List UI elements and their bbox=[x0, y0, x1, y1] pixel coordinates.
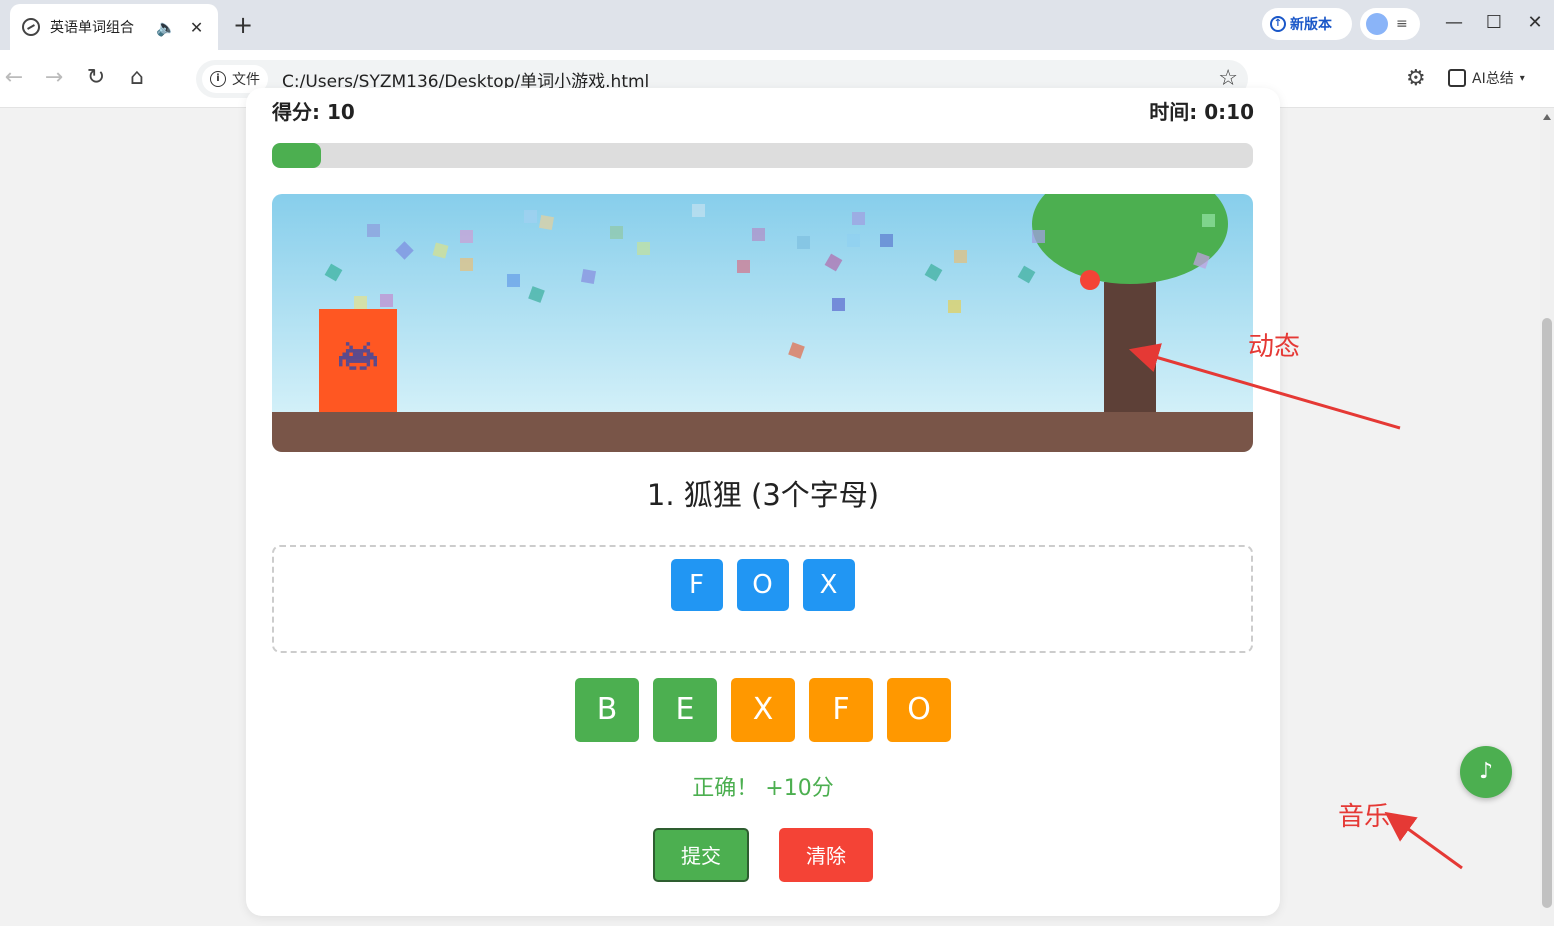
speaker-icon[interactable]: 🔈 bbox=[156, 18, 176, 37]
confetti-particle bbox=[788, 342, 805, 359]
answer-tile[interactable]: F bbox=[670, 559, 723, 611]
extensions-icon[interactable]: ⚙ bbox=[1406, 66, 1426, 91]
alien-icon bbox=[339, 342, 377, 370]
confetti-particle bbox=[832, 298, 845, 311]
action-buttons: 提交 清除 bbox=[246, 828, 1280, 882]
game-scene bbox=[272, 194, 1253, 452]
annotation-dynamic: 动态 bbox=[1248, 332, 1301, 362]
confetti-particle bbox=[852, 212, 865, 225]
ai-summary-button[interactable]: AI总结 ▾ bbox=[1448, 68, 1525, 88]
answer-area[interactable]: FOX bbox=[272, 545, 1253, 653]
ground bbox=[272, 412, 1253, 452]
feedback-message: 正确！ +10分 bbox=[692, 776, 834, 801]
confetti-particle bbox=[538, 214, 555, 231]
confetti-particle bbox=[524, 210, 537, 223]
confetti-particle bbox=[1202, 214, 1215, 227]
confetti-particle bbox=[528, 286, 545, 303]
window-close-icon[interactable]: ✕ bbox=[1523, 12, 1547, 33]
confetti-particle bbox=[610, 226, 623, 239]
clear-button[interactable]: 清除 bbox=[779, 828, 873, 882]
confetti-particle bbox=[797, 236, 810, 249]
scroll-up-icon[interactable] bbox=[1543, 114, 1551, 120]
confetti-particle bbox=[847, 234, 860, 247]
minimize-icon[interactable]: — bbox=[1442, 12, 1466, 33]
confetti-particle bbox=[354, 296, 367, 309]
menu-icon: ≡ bbox=[1396, 16, 1408, 32]
upgrade-icon: ↑ bbox=[1270, 16, 1286, 32]
confetti-particle bbox=[637, 242, 650, 255]
new-version-label: 新版本 bbox=[1290, 17, 1332, 33]
letter-pool: BEXFO bbox=[246, 678, 1280, 742]
forward-icon[interactable]: → bbox=[40, 64, 68, 92]
confetti-particle bbox=[824, 253, 843, 272]
chevron-down-icon: ▾ bbox=[1519, 72, 1525, 84]
confetti-particle bbox=[395, 241, 414, 260]
avatar-icon bbox=[1366, 13, 1388, 35]
player-box bbox=[319, 309, 397, 412]
page-scrollbar[interactable] bbox=[1540, 108, 1554, 926]
maximize-icon[interactable]: ☐ bbox=[1482, 12, 1506, 33]
file-chip-label: 文件 bbox=[232, 72, 260, 88]
back-icon[interactable]: ← bbox=[0, 64, 28, 92]
game-card: 得分: 10 时间: 0:10 1. 狐狸 (3个字母) F O X B E X… bbox=[246, 88, 1280, 916]
tree-crown bbox=[1032, 194, 1228, 284]
progress-fill bbox=[272, 143, 322, 168]
music-toggle-button[interactable]: ♪ bbox=[1460, 746, 1512, 798]
tree-trunk bbox=[1104, 282, 1156, 412]
letter-tile[interactable]: O bbox=[887, 678, 951, 742]
page-viewport: 得分: 10 时间: 0:10 1. 狐狸 (3个字母) F O X B E X… bbox=[0, 88, 1540, 926]
confetti-particle bbox=[737, 260, 750, 273]
annotation-music: 音乐 bbox=[1338, 802, 1391, 832]
score-label: 得分: 10 bbox=[272, 100, 355, 124]
confetti-particle bbox=[367, 224, 380, 237]
browser-tab[interactable]: 英语单词组合 🔈 ✕ bbox=[10, 4, 218, 50]
new-tab-button[interactable]: + bbox=[230, 10, 256, 40]
answer-tile[interactable]: X bbox=[802, 559, 855, 611]
answer-tile[interactable]: O bbox=[736, 559, 789, 611]
close-tab-icon[interactable]: ✕ bbox=[190, 18, 203, 37]
letter-tile[interactable]: E bbox=[653, 678, 717, 742]
progress-bar bbox=[272, 143, 1253, 168]
question-text: 1. 狐狸 (3个字母) bbox=[646, 478, 880, 512]
confetti-particle bbox=[1017, 265, 1036, 284]
confetti-particle bbox=[380, 294, 393, 307]
letter-tile[interactable]: F bbox=[809, 678, 873, 742]
new-version-button[interactable]: ↑ 新版本 bbox=[1262, 8, 1352, 40]
confetti-particle bbox=[924, 263, 943, 282]
apple bbox=[1080, 270, 1100, 290]
confetti-particle bbox=[880, 234, 893, 247]
tab-bar: 英语单词组合 🔈 ✕ + ↑ 新版本 ≡ — ☐ ✕ bbox=[0, 0, 1554, 50]
time-label: 时间: 0:10 bbox=[1149, 100, 1254, 124]
confetti-particle bbox=[752, 228, 765, 241]
confetti-particle bbox=[460, 258, 473, 271]
favicon-icon bbox=[22, 18, 40, 36]
letter-tile[interactable]: B bbox=[575, 678, 639, 742]
reload-icon[interactable]: ↻ bbox=[82, 64, 110, 92]
scroll-thumb[interactable] bbox=[1542, 318, 1552, 908]
confetti-particle bbox=[948, 300, 961, 313]
document-icon bbox=[1448, 69, 1466, 87]
confetti-particle bbox=[580, 268, 597, 285]
confetti-particle bbox=[954, 250, 967, 263]
confetti-particle bbox=[460, 230, 473, 243]
confetti-particle bbox=[324, 263, 343, 282]
letter-tile[interactable]: X bbox=[731, 678, 795, 742]
ai-summary-label: AI总结 bbox=[1472, 71, 1514, 87]
tab-title: 英语单词组合 bbox=[50, 20, 134, 36]
profile-button[interactable]: ≡ bbox=[1360, 8, 1420, 40]
home-icon[interactable]: ⌂ bbox=[123, 64, 151, 92]
confetti-particle bbox=[1032, 230, 1045, 243]
confetti-particle bbox=[692, 204, 705, 217]
confetti-particle bbox=[507, 274, 520, 287]
confetti-particle bbox=[432, 242, 449, 259]
submit-button[interactable]: 提交 bbox=[653, 828, 749, 882]
info-icon: i bbox=[210, 71, 226, 87]
